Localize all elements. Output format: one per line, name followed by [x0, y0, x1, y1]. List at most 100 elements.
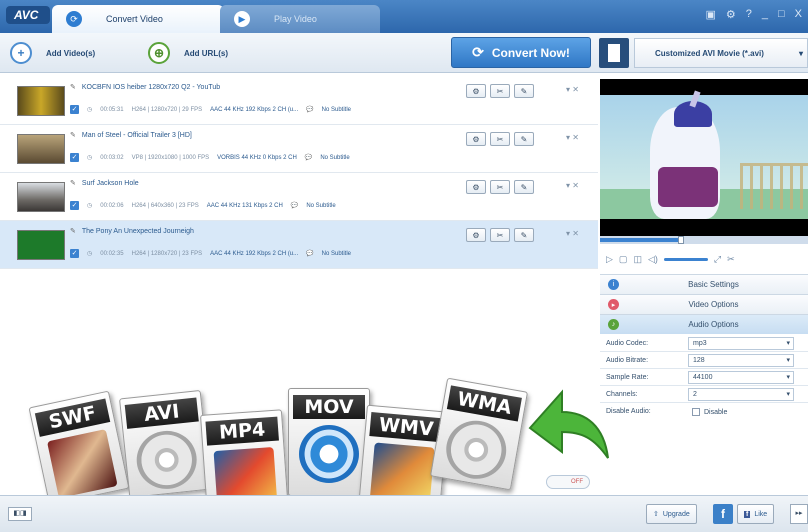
video-thumbnail	[17, 182, 65, 212]
remove-icon[interactable]: ▾ ✕	[566, 229, 579, 238]
list-item[interactable]: ✎ The Pony An Unexpected Journeigh ✓ ◷ 00…	[0, 221, 598, 269]
remove-icon[interactable]: ▾ ✕	[566, 181, 579, 190]
subtitle-select[interactable]: No Subtitle	[322, 107, 351, 113]
subtitle-icon: 💬	[304, 155, 313, 161]
duration: 00:02:35	[100, 250, 124, 257]
tab-convert-video[interactable]: ⟳ Convert Video	[52, 5, 224, 33]
play-icon[interactable]: ▷	[606, 254, 613, 265]
duration: 00:02:06	[100, 202, 124, 209]
row-actions: ⚙ ✂ ✎	[466, 180, 534, 194]
subtitle-select[interactable]: No Subtitle	[322, 251, 351, 257]
stop-icon[interactable]: ▢	[619, 254, 628, 265]
snapshot-icon[interactable]: ◫	[633, 254, 642, 265]
audio-bitrate-select[interactable]: 128 ▾	[688, 353, 794, 367]
tab-play-video[interactable]: ▶ Play Video	[220, 5, 380, 33]
refresh-icon: ⟳	[472, 44, 484, 60]
facebook-like-icon: f	[744, 510, 751, 518]
edit-icon[interactable]: ✎	[514, 228, 534, 242]
fullscreen-icon[interactable]: ⤢	[714, 254, 721, 265]
video-options-header[interactable]: ▸ Video Options	[600, 294, 808, 314]
checkbox[interactable]: ✓	[70, 201, 79, 210]
file-meta: ✓ ◷ 00:02:06 H264 | 640x360 | 23 FPS AAC…	[70, 201, 336, 210]
settings-icon[interactable]: ⚙	[466, 84, 486, 98]
audio-codec-select[interactable]: mp3 ▾	[688, 336, 794, 350]
audio-codec-row: Audio Codec: mp3 ▾	[600, 335, 808, 352]
info-icon: i	[608, 279, 619, 290]
toolbar: + Add Video(s) ⊕ Add URL(s) ⟳ Convert No…	[0, 33, 808, 73]
remove-icon[interactable]: ▾ ✕	[566, 133, 579, 142]
file-title[interactable]: ✎ Man of Steel - Official Trailer 3 [HD]	[70, 131, 192, 139]
wma-format-icon: WMA	[429, 377, 529, 491]
audio-options-header[interactable]: ♪ Audio Options	[600, 314, 808, 334]
maximize-icon[interactable]: □	[778, 8, 785, 21]
layout-toggle-button[interactable]: ◧◨	[8, 507, 32, 521]
add-url-button[interactable]: ⊕ Add URL(s)	[148, 40, 228, 66]
clock-icon: ◷	[87, 155, 93, 161]
audio-info[interactable]: AAC 44 KHz 131 Kbps 2 CH	[207, 203, 283, 209]
checkbox[interactable]: ✓	[70, 249, 79, 258]
pencil-icon: ✎	[70, 228, 76, 235]
volume-slider[interactable]	[663, 257, 708, 261]
clock-icon: ◷	[87, 107, 93, 113]
cut-icon[interactable]: ✂	[490, 180, 510, 194]
disable-audio-checkbox[interactable]: Disable	[688, 407, 727, 416]
skin-icon[interactable]: ▣	[705, 8, 715, 21]
settings-icon[interactable]: ⚙	[466, 132, 486, 146]
edit-icon[interactable]: ✎	[514, 132, 534, 146]
video-preview[interactable]	[600, 79, 808, 236]
settings-icon[interactable]: ⚙	[466, 180, 486, 194]
audio-info[interactable]: AAC 44 KHz 192 Kbps 2 CH (u...	[210, 107, 298, 113]
cut-icon[interactable]: ✂	[490, 132, 510, 146]
seek-handle[interactable]	[678, 236, 684, 244]
file-title[interactable]: ✎ KOCBFN IOS heiber 1280x720 Q2 - YouTub	[70, 83, 220, 91]
add-videos-label: Add Video(s)	[46, 48, 96, 58]
list-item[interactable]: ✎ KOCBFN IOS heiber 1280x720 Q2 - YouTub …	[0, 77, 598, 125]
settings-icon[interactable]: ⚙	[466, 228, 486, 242]
remove-icon[interactable]: ▾ ✕	[566, 85, 579, 94]
duration: 00:05:31	[100, 106, 124, 113]
audio-info[interactable]: VORBIS 44 KHz 0 Kbps 2 CH	[217, 155, 297, 161]
basic-settings-header[interactable]: i Basic Settings	[600, 274, 808, 294]
profile-icon[interactable]	[599, 38, 629, 68]
video-info: H264 | 640x360 | 23 FPS	[131, 202, 199, 209]
like-button[interactable]: f Like	[737, 504, 775, 524]
settings-icon[interactable]: ⚙	[726, 8, 736, 21]
checkbox[interactable]: ✓	[70, 105, 79, 114]
more-button[interactable]: ▸▸	[790, 504, 808, 524]
channels-select[interactable]: 2 ▾	[688, 387, 794, 401]
toggle-switch[interactable]: OFF	[546, 475, 590, 489]
crop-icon[interactable]: ✂	[727, 254, 735, 265]
sample-rate-select[interactable]: 44100 ▾	[688, 370, 794, 384]
pencil-icon: ✎	[70, 84, 76, 91]
audio-info[interactable]: AAC 44 KHz 192 Kbps 2 CH (u...	[210, 251, 298, 257]
close-icon[interactable]: X	[795, 8, 802, 21]
pencil-icon: ✎	[70, 180, 76, 187]
file-meta: ✓ ◷ 00:02:35 H264 | 1280x720 | 23 FPS AA…	[70, 249, 351, 258]
output-profile-select[interactable]: Customized AVI Movie (*.avi) ▾	[634, 38, 808, 68]
title-bar: AVC ⟳ Convert Video ▶ Play Video ▣ ⚙ ? _…	[0, 0, 808, 33]
list-item[interactable]: ✎ Man of Steel - Official Trailer 3 [HD] …	[0, 125, 598, 173]
upgrade-button[interactable]: ⇧ Upgrade	[646, 504, 697, 524]
clock-icon: ◷	[87, 203, 93, 209]
file-title[interactable]: ✎ The Pony An Unexpected Journeigh	[70, 227, 194, 235]
add-videos-button[interactable]: + Add Video(s)	[10, 40, 95, 66]
video-info: H264 | 1280x720 | 23 FPS	[131, 250, 203, 257]
convert-icon: ⟳	[66, 11, 82, 27]
file-title[interactable]: ✎ Surf Jackson Hole	[70, 179, 139, 187]
facebook-icon[interactable]: f	[713, 504, 733, 524]
convert-now-button[interactable]: ⟳ Convert Now!	[451, 37, 591, 68]
cut-icon[interactable]: ✂	[490, 84, 510, 98]
list-item[interactable]: ✎ Surf Jackson Hole ✓ ◷ 00:02:06 H264 | 6…	[0, 173, 598, 221]
edit-icon[interactable]: ✎	[514, 180, 534, 194]
minimize-icon[interactable]: _	[762, 8, 768, 21]
audio-icon: ♪	[608, 319, 619, 330]
cut-icon[interactable]: ✂	[490, 228, 510, 242]
help-icon[interactable]: ?	[746, 8, 752, 21]
volume-icon[interactable]: ◁)	[648, 254, 658, 265]
subtitle-select[interactable]: No Subtitle	[320, 155, 349, 161]
tab-play-label: Play Video	[274, 14, 317, 24]
edit-icon[interactable]: ✎	[514, 84, 534, 98]
subtitle-select[interactable]: No Subtitle	[306, 203, 335, 209]
checkbox[interactable]: ✓	[70, 153, 79, 162]
seek-bar[interactable]	[600, 236, 808, 244]
